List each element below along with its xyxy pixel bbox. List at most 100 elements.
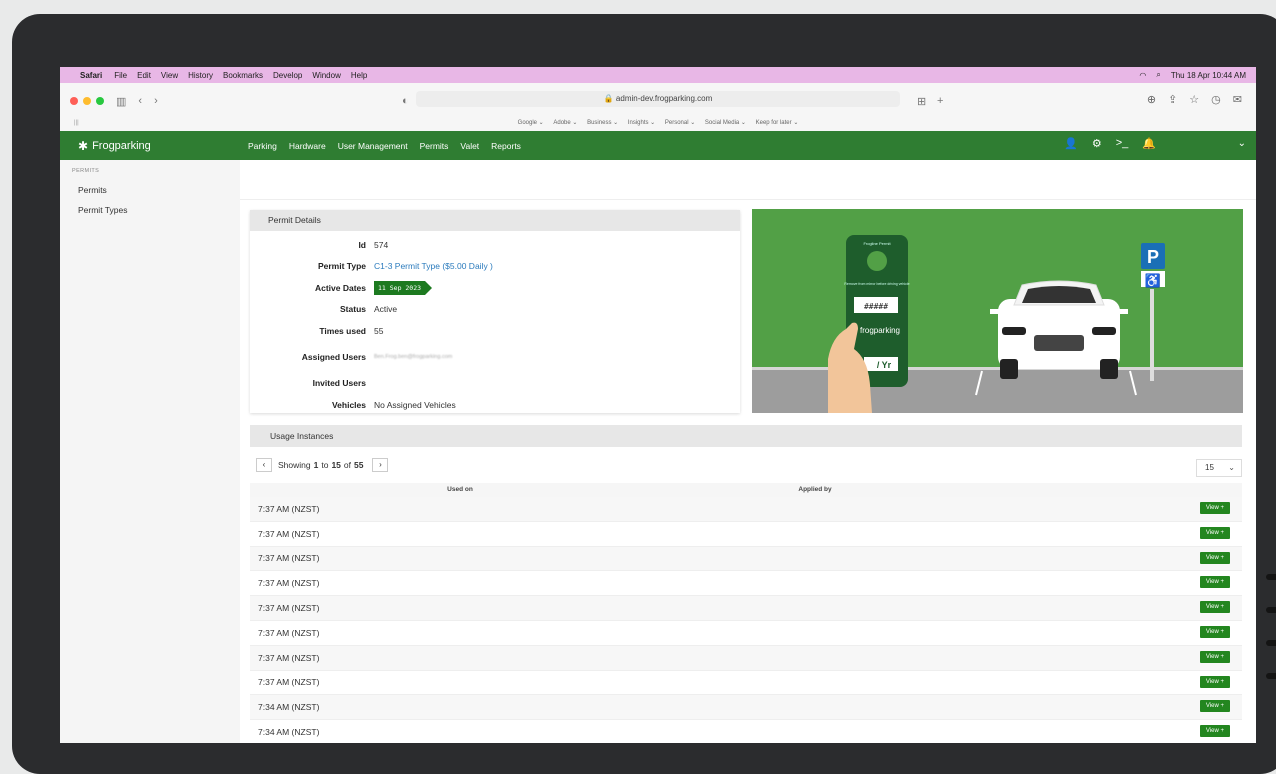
privacy-shield-icon[interactable]: ◐ bbox=[402, 95, 409, 107]
range-total: 55 bbox=[354, 460, 364, 470]
address-bar[interactable]: 🔒 admin-dev.frogparking.com bbox=[416, 91, 900, 107]
range-to: 15 bbox=[331, 460, 341, 470]
close-window-icon[interactable] bbox=[70, 97, 78, 105]
new-tab-icon[interactable]: + bbox=[937, 95, 943, 107]
parking-sign-text: P bbox=[1147, 247, 1159, 267]
view-button[interactable]: View + bbox=[1199, 502, 1230, 514]
mac-menubar: Safari File Edit View History Bookmarks … bbox=[60, 67, 1256, 83]
gear-icon[interactable]: ⚙ bbox=[1092, 137, 1102, 150]
zoom-window-icon[interactable] bbox=[96, 97, 104, 105]
permit-details-title: Permit Details bbox=[250, 210, 740, 231]
col-used-on[interactable]: Used on bbox=[250, 483, 670, 497]
table-row: 7:34 AM (NZST) View + bbox=[250, 720, 1242, 743]
view-button[interactable]: View + bbox=[1199, 725, 1230, 738]
id-label: Id bbox=[358, 239, 366, 250]
table-row: 7:37 AM (NZST) View + bbox=[250, 546, 1242, 572]
sidebar-item-permits[interactable]: Permits bbox=[60, 180, 240, 200]
menu-develop[interactable]: Develop bbox=[273, 71, 302, 80]
hanger-code: ##### bbox=[864, 302, 888, 311]
sidebar-heading: PERMITS bbox=[72, 168, 100, 174]
menu-history[interactable]: History bbox=[188, 71, 213, 80]
table-row: 7:37 AM (NZST) View + bbox=[250, 522, 1242, 547]
menubar-app-name[interactable]: Safari bbox=[80, 71, 102, 80]
menu-bookmarks[interactable]: Bookmarks bbox=[223, 71, 263, 80]
menu-edit[interactable]: Edit bbox=[137, 71, 151, 80]
used-on-cell: 7:37 AM (NZST) bbox=[258, 652, 320, 663]
times-used-label: Times used bbox=[319, 325, 366, 336]
range-from: 1 bbox=[313, 460, 319, 470]
col-applied-by[interactable]: Applied by bbox=[670, 483, 960, 497]
bookmark-personal[interactable]: Personal ⌄ bbox=[665, 120, 695, 126]
permit-illustration: P ♿ Frogline Permit Remove from mirror b… bbox=[752, 209, 1243, 413]
tabs-overview-icon[interactable]: ⊞ bbox=[917, 95, 926, 108]
nav-reports[interactable]: Reports bbox=[491, 141, 521, 151]
view-button[interactable]: View + bbox=[1199, 551, 1230, 564]
permit-type-link[interactable]: C1-3 Permit Type ($5.00 Daily ) bbox=[374, 261, 493, 271]
bookmark-business[interactable]: Business ⌄ bbox=[587, 120, 618, 126]
frog-logo-icon: ✱ bbox=[78, 138, 89, 153]
forward-icon[interactable]: › bbox=[154, 95, 158, 107]
terminal-icon[interactable]: >_ bbox=[1116, 137, 1129, 150]
bookmark-keep[interactable]: Keep for later ⌄ bbox=[756, 120, 799, 126]
invited-users-label: Invited Users bbox=[312, 378, 366, 388]
view-button[interactable]: View + bbox=[1199, 601, 1230, 614]
vehicles-label: Vehicles bbox=[331, 400, 366, 411]
bookmarks-bar: ||| Google ⌄ Adobe ⌄ Business ⌄ Insights… bbox=[60, 119, 1256, 131]
wifi-icon[interactable]: ◠ bbox=[1139, 71, 1146, 80]
share-icon[interactable]: ⇪ bbox=[1168, 93, 1177, 106]
nav-parking[interactable]: Parking bbox=[248, 141, 277, 151]
nav-user-management[interactable]: User Management bbox=[338, 141, 408, 151]
usage-title: Usage Instances bbox=[250, 425, 1242, 447]
bookmark-google[interactable]: Google ⌄ bbox=[518, 120, 544, 126]
permit-type-label: Permit Type bbox=[317, 261, 366, 272]
active-dates-label: Active Dates bbox=[314, 282, 366, 293]
view-button[interactable]: View + bbox=[1199, 700, 1230, 713]
view-button[interactable]: View + bbox=[1199, 675, 1230, 688]
sidebar-toggle-icon[interactable]: ▥ bbox=[116, 95, 126, 108]
next-page-button[interactable]: › bbox=[372, 458, 389, 472]
used-on-cell: 7:37 AM (NZST) bbox=[258, 553, 320, 564]
user-icon[interactable]: 👤 bbox=[1064, 137, 1078, 150]
table-row: 7:37 AM (NZST) View + bbox=[250, 596, 1242, 621]
chevron-down-icon: ⌄ bbox=[1228, 463, 1235, 472]
table-row: 7:37 AM (NZST) View + bbox=[250, 497, 1242, 522]
search-icon[interactable]: ⌕ bbox=[1156, 70, 1160, 80]
nav-valet[interactable]: Valet bbox=[460, 141, 479, 151]
bookmark-adobe[interactable]: Adobe ⌄ bbox=[553, 120, 577, 126]
menu-file[interactable]: File bbox=[114, 71, 127, 80]
chevron-down-icon[interactable]: ⌄ bbox=[1238, 138, 1246, 149]
mail-icon[interactable]: ✉ bbox=[1233, 93, 1242, 106]
view-button[interactable]: View + bbox=[1199, 526, 1230, 539]
page-size-select[interactable]: 15 ⌄ bbox=[1196, 459, 1242, 477]
parking-illustration-svg: P ♿ Frogline Permit Remove from mirror b… bbox=[752, 235, 1243, 413]
star-icon[interactable]: ☆ bbox=[1189, 93, 1199, 106]
of-word: of bbox=[343, 460, 351, 470]
history-icon[interactable]: ◷ bbox=[1211, 93, 1221, 106]
prev-page-button[interactable]: ‹ bbox=[256, 458, 272, 472]
nav-hardware[interactable]: Hardware bbox=[289, 141, 326, 151]
menu-help[interactable]: Help bbox=[351, 71, 367, 80]
permit-hanger: Frogline Permit Remove from mirror befor… bbox=[828, 235, 910, 413]
bell-icon[interactable]: 🔔 bbox=[1142, 137, 1156, 150]
menu-window[interactable]: Window bbox=[312, 71, 340, 80]
assigned-user-email: Ben.Frog.ben@frogparking.com bbox=[374, 353, 453, 360]
vehicles-value: No Assigned Vehicles bbox=[374, 400, 456, 411]
laptop-frame: Safari File Edit View History Bookmarks … bbox=[12, 14, 1276, 774]
bookmark-social[interactable]: Social Media ⌄ bbox=[705, 120, 746, 126]
view-button[interactable]: View + bbox=[1199, 625, 1230, 638]
used-on-cell: 7:37 AM (NZST) bbox=[258, 603, 320, 614]
view-button[interactable]: View + bbox=[1199, 650, 1230, 663]
download-icon[interactable]: ⊕ bbox=[1147, 93, 1156, 106]
menu-view[interactable]: View bbox=[161, 71, 178, 80]
bookmark-insights[interactable]: Insights ⌄ bbox=[628, 120, 655, 126]
bookmarks-grid-icon[interactable]: ||| bbox=[74, 120, 79, 126]
nav-permits[interactable]: Permits bbox=[420, 141, 449, 151]
minimize-window-icon[interactable] bbox=[83, 97, 91, 105]
clock[interactable]: Thu 18 Apr 10:44 AM bbox=[1171, 71, 1246, 80]
main-content: Permit Details Id 574 Permit Type C1-3 Per… bbox=[240, 160, 1256, 743]
table-row: 7:37 AM (NZST) View + bbox=[250, 571, 1242, 597]
view-button[interactable]: View + bbox=[1199, 576, 1230, 589]
sidebar-item-permit-types[interactable]: Permit Types bbox=[60, 200, 240, 220]
back-icon[interactable]: ‹ bbox=[138, 95, 142, 107]
app-logo[interactable]: ✱ Frogparking bbox=[78, 139, 248, 153]
